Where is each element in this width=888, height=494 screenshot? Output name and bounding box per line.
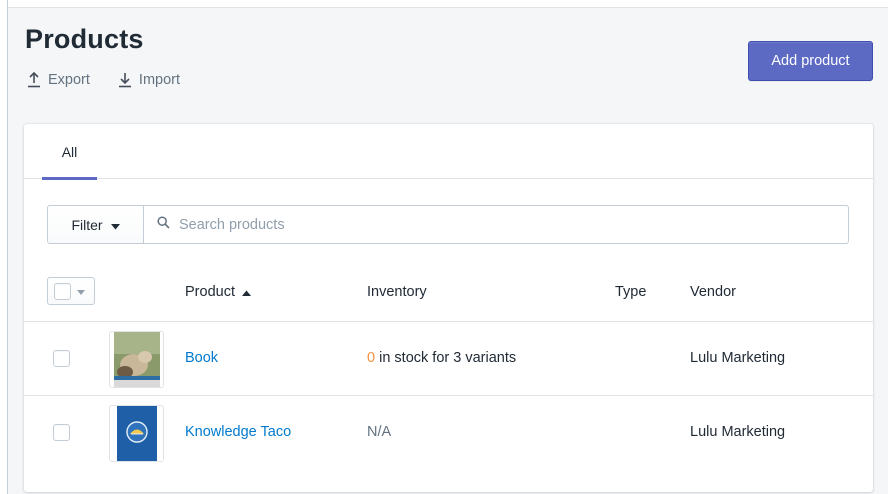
import-icon	[118, 72, 132, 88]
product-thumbnail[interactable]	[109, 331, 164, 388]
row-checkbox[interactable]	[53, 424, 70, 441]
product-thumbnail[interactable]	[109, 405, 164, 462]
vendor-cell: Lulu Marketing	[690, 350, 786, 366]
column-product-label: Product	[185, 284, 235, 300]
table-row[interactable]: Book 0 in stock for 3 variants Lulu Mark…	[24, 323, 873, 396]
export-icon	[27, 72, 41, 88]
add-product-button[interactable]: Add product	[748, 41, 873, 81]
book-cover-image	[113, 332, 160, 387]
inventory-cell: 0 in stock for 3 variants	[367, 350, 516, 366]
product-name-link[interactable]: Book	[185, 350, 218, 366]
import-label: Import	[138, 72, 181, 88]
products-card: All Filter Product	[24, 124, 873, 492]
filter-button[interactable]: Filter	[47, 205, 144, 244]
inventory-text: in stock for 3 variants	[375, 350, 517, 366]
search-icon	[157, 215, 170, 234]
column-header-product[interactable]: Product	[185, 284, 251, 300]
column-header-vendor[interactable]: Vendor	[690, 284, 736, 300]
column-header-inventory[interactable]: Inventory	[367, 284, 427, 300]
sort-ascending-icon	[241, 284, 251, 300]
select-all-checkbox[interactable]	[54, 282, 71, 300]
search-field[interactable]	[144, 205, 849, 244]
search-input[interactable]	[179, 216, 779, 233]
vendor-cell: Lulu Marketing	[690, 424, 786, 440]
page-title: Products	[25, 24, 144, 54]
tab-bar: All	[24, 124, 873, 180]
table-header: Product Inventory Type Vendor	[24, 272, 873, 322]
column-header-type[interactable]: Type	[615, 284, 646, 300]
inventory-count: 0	[367, 350, 376, 366]
window-frame-top	[8, 0, 888, 8]
filter-bar: Filter	[47, 205, 849, 244]
filter-label: Filter	[71, 216, 103, 233]
page-secondary-actions: Export Import	[27, 72, 180, 88]
import-button[interactable]: Import	[118, 72, 180, 88]
product-name[interactable]: Knowledge Taco	[185, 424, 291, 440]
table-row[interactable]: Knowledge Taco N/A Lulu Marketing	[24, 397, 873, 470]
inventory-cell: N/A	[367, 424, 392, 440]
active-tab-indicator	[42, 177, 97, 180]
knowledge-taco-image	[116, 406, 157, 461]
product-name[interactable]: Book	[185, 350, 218, 366]
export-label: Export	[48, 72, 90, 88]
tab-all[interactable]: All	[42, 124, 97, 180]
chevron-down-icon	[77, 282, 85, 300]
select-all-dropdown[interactable]	[47, 277, 95, 305]
export-button[interactable]: Export	[27, 72, 90, 88]
product-name-link[interactable]: Knowledge Taco	[185, 424, 291, 440]
row-checkbox[interactable]	[53, 350, 70, 367]
caret-down-icon	[110, 217, 120, 233]
window-frame-left	[0, 0, 8, 494]
tab-all-label: All	[61, 143, 78, 160]
